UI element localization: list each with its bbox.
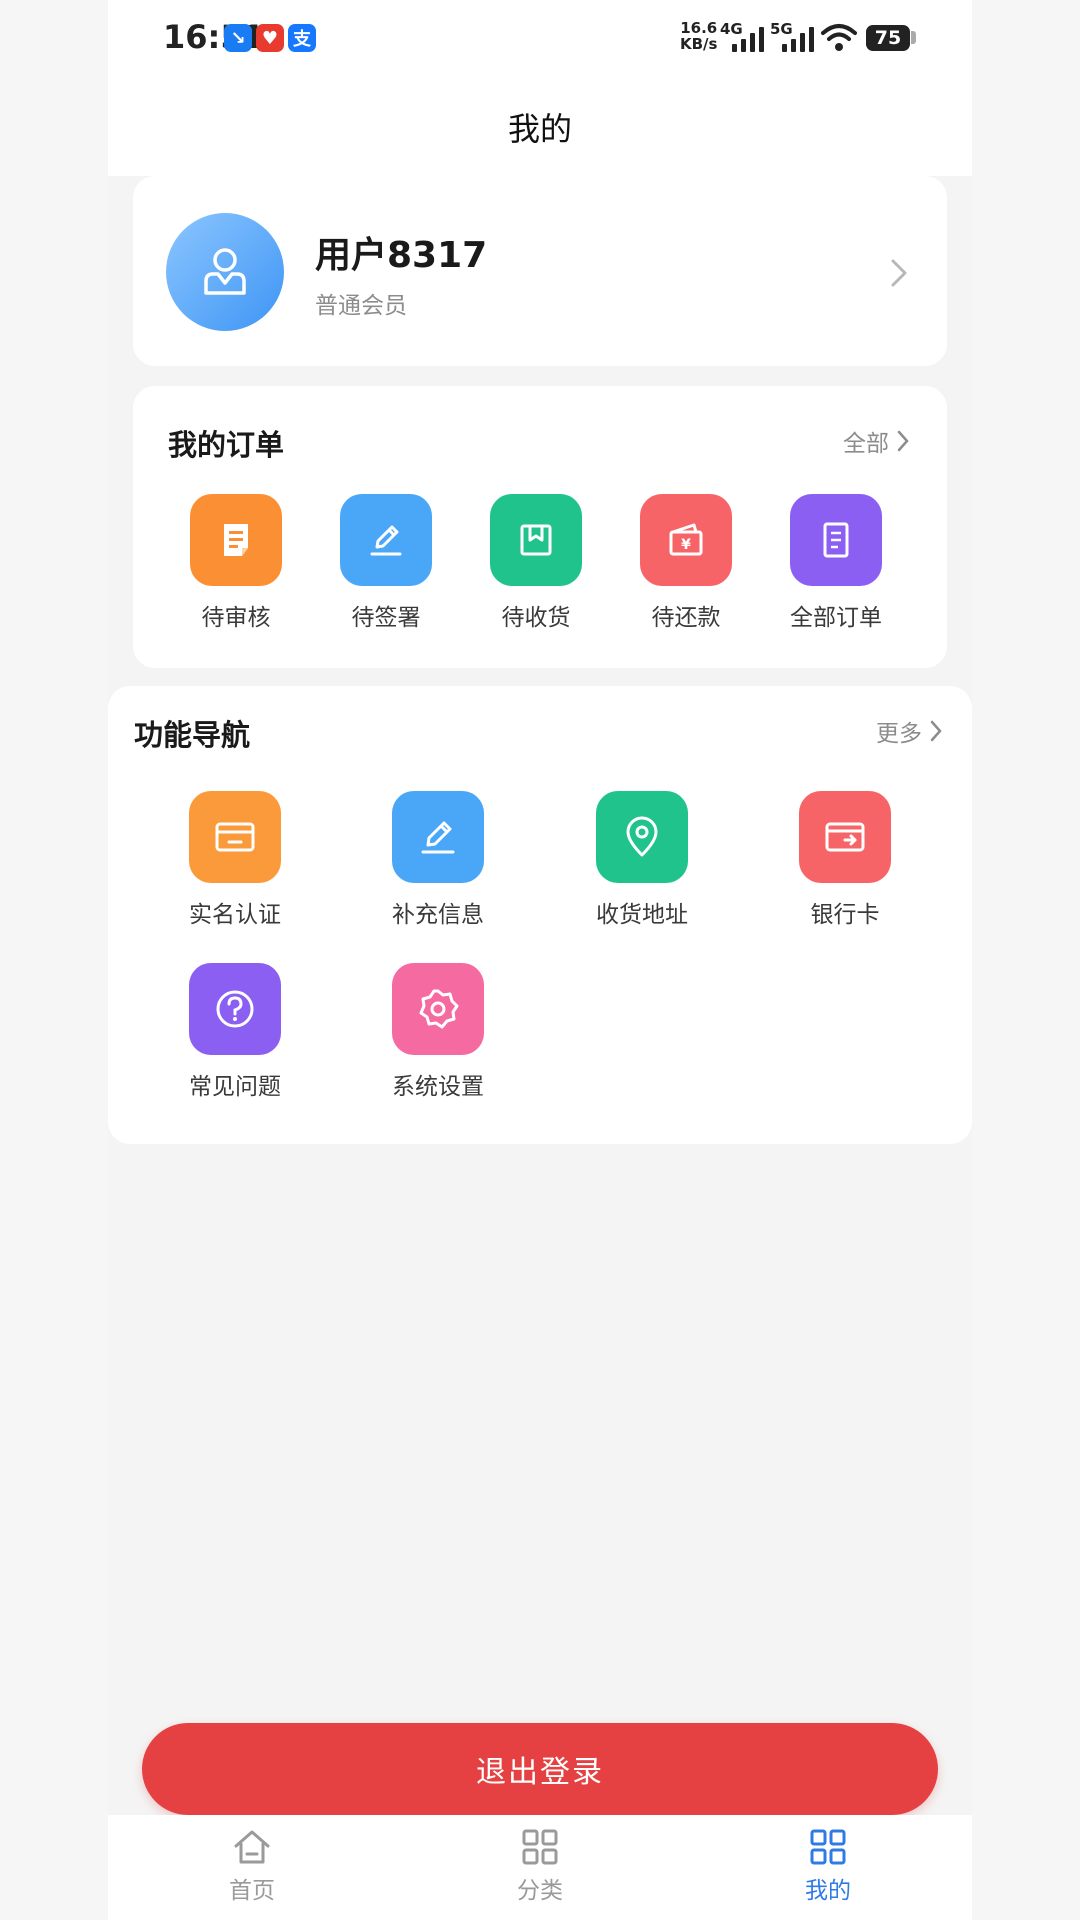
tab-label: 首页 [229, 1878, 275, 1904]
feature-item-label: 系统设置 [392, 1074, 484, 1100]
feature-icon-tile [392, 963, 484, 1055]
order-item-label: 待收货 [501, 605, 571, 631]
feature-icon-tile [799, 791, 891, 883]
wallet-icon: ¥ [669, 523, 703, 556]
settings-icon [419, 989, 459, 1029]
signal-5g-icon [782, 24, 814, 52]
tab-category[interactable]: 分类 [470, 1827, 610, 1905]
feature-item-label: 实名认证 [189, 902, 281, 928]
profile-card[interactable]: 用户8317 普通会员 [133, 176, 947, 366]
order-icon-tile [490, 494, 582, 586]
order-pending-receipt[interactable]: 待收货 [476, 494, 596, 632]
grid-icon [810, 1829, 846, 1865]
order-pending-repayment[interactable]: ¥ 待还款 [626, 494, 746, 632]
feature-icon-tile [596, 791, 688, 883]
edit-icon [421, 821, 455, 854]
feature-section-title: 功能导航 [134, 718, 251, 752]
battery-tip [911, 31, 916, 44]
list-icon [823, 522, 849, 558]
order-pending-review[interactable]: 待审核 [176, 494, 296, 632]
tab-label: 我的 [805, 1878, 851, 1904]
grid-icon [522, 1829, 558, 1865]
order-icon-tile: ¥ [640, 494, 732, 586]
feature-item-label: 银行卡 [810, 902, 880, 928]
user-name: 用户8317 [315, 235, 488, 276]
svg-text:¥: ¥ [681, 537, 691, 553]
order-item-label: 待审核 [201, 605, 271, 631]
order-all[interactable]: 全部订单 [776, 494, 896, 632]
feature-icon-tile [189, 791, 281, 883]
app-notification-icon: ♥ [256, 24, 284, 52]
feature-real-name-auth[interactable]: 实名认证 [165, 791, 305, 929]
app-notification-icon: ↘ [224, 24, 252, 52]
alipay-notification-icon: 支 [288, 24, 316, 52]
order-item-label: 待还款 [651, 605, 721, 631]
network-speed-value: 16.6 [680, 19, 718, 37]
edit-icon [370, 525, 402, 556]
feature-faq[interactable]: 常见问题 [165, 963, 305, 1101]
chevron-right-icon [930, 720, 942, 742]
status-bar: 16:51 ↘ ♥ 支 16.6 KB/s 4G 5G 75 [108, 0, 972, 80]
tab-mine[interactable]: 我的 [758, 1827, 898, 1905]
question-icon [216, 990, 254, 1028]
orders-section-title: 我的订单 [168, 428, 285, 462]
feature-icon-tile [392, 791, 484, 883]
feature-item-label: 收货地址 [596, 902, 688, 928]
network-speed-unit: KB/s [680, 35, 718, 53]
page-header: 我的 [108, 80, 972, 176]
order-icon-tile [190, 494, 282, 586]
wifi-icon [821, 24, 857, 51]
feature-bank-card[interactable]: 银行卡 [775, 791, 915, 929]
feature-icon-tile [189, 963, 281, 1055]
network-speed: 16.6 KB/s [680, 20, 717, 52]
feature-system-settings[interactable]: 系统设置 [368, 963, 508, 1101]
feature-item-label: 补充信息 [392, 902, 484, 928]
orders-card: 我的订单 全部 待审核 待签署 待收货 ¥ 待还款 全部订单 [133, 386, 947, 668]
order-pending-sign[interactable]: 待签署 [326, 494, 446, 632]
signal-4g-icon [732, 24, 764, 52]
package-icon [520, 524, 552, 556]
orders-view-all-label: 全部 [843, 431, 889, 457]
user-icon [204, 248, 246, 295]
feature-more-label: 更多 [876, 721, 922, 747]
chevron-right-icon [897, 430, 909, 452]
order-icon-tile [790, 494, 882, 586]
home-icon [234, 1830, 270, 1864]
bottom-tab-bar: 首页 分类 我的 [108, 1815, 972, 1920]
page-title: 我的 [507, 110, 572, 148]
logout-button[interactable]: 退出登录 [142, 1723, 938, 1815]
feature-nav-card: 功能导航 更多 实名认证 补充信息 收货地址 银行卡 常见问题 系统设置 [108, 686, 972, 1144]
order-icon-tile [340, 494, 432, 586]
order-item-label: 待签署 [351, 605, 421, 631]
feature-supplement-info[interactable]: 补充信息 [368, 791, 508, 929]
tab-home[interactable]: 首页 [182, 1827, 322, 1905]
location-icon [626, 816, 658, 857]
avatar[interactable] [166, 213, 284, 331]
feature-item-label: 常见问题 [189, 1074, 281, 1100]
document-icon [224, 524, 248, 556]
id-card-icon [215, 822, 255, 852]
bank-card-icon [825, 822, 865, 852]
orders-view-all-link[interactable]: 全部 [843, 424, 909, 458]
phone-screen: 16:51 ↘ ♥ 支 16.6 KB/s 4G 5G 75 我的 用户8317… [108, 0, 972, 1920]
chevron-right-icon[interactable] [889, 258, 909, 288]
battery-icon: 75 [866, 25, 910, 51]
feature-shipping-address[interactable]: 收货地址 [572, 791, 712, 929]
order-item-label: 全部订单 [790, 605, 882, 631]
feature-more-link[interactable]: 更多 [876, 714, 942, 748]
tab-label: 分类 [517, 1878, 563, 1904]
member-level: 普通会员 [315, 293, 407, 319]
